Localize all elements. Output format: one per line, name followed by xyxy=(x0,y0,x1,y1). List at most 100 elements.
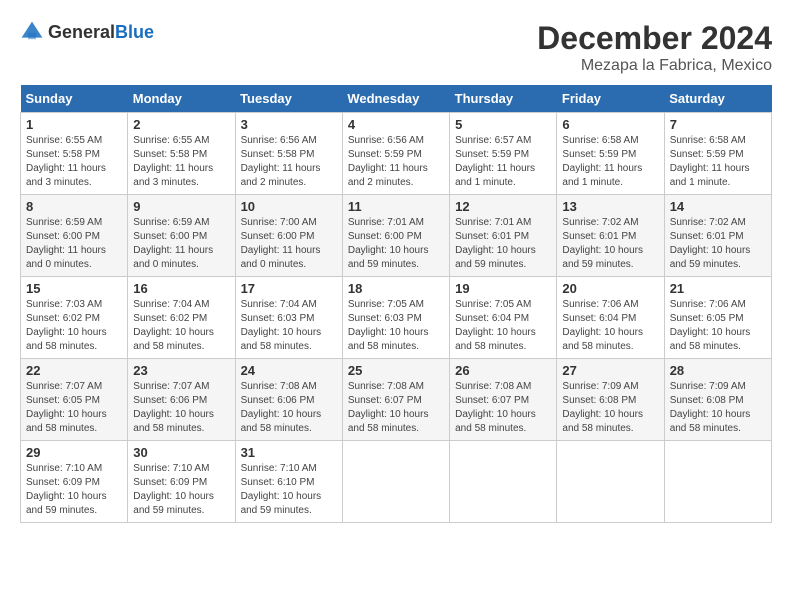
calendar-cell: 18Sunrise: 7:05 AM Sunset: 6:03 PM Dayli… xyxy=(342,277,449,359)
calendar-cell: 24Sunrise: 7:08 AM Sunset: 6:06 PM Dayli… xyxy=(235,359,342,441)
calendar-cell: 30Sunrise: 7:10 AM Sunset: 6:09 PM Dayli… xyxy=(128,441,235,523)
title-area: December 2024 Mezapa la Fabrica, Mexico xyxy=(537,20,772,75)
calendar-cell: 28 Sunrise: 7:09 AM Sunset: 6:08 PM Dayli… xyxy=(664,359,771,441)
day-number: 14 xyxy=(670,199,766,214)
calendar-week-row: 22 Sunrise: 7:07 AM Sunset: 6:05 PM Dayli… xyxy=(21,359,772,441)
day-number: 9 xyxy=(133,199,229,214)
cell-sun-info: Sunrise: 6:58 AM Sunset: 5:59 PM Dayligh… xyxy=(562,134,658,190)
calendar-table: Sunday Monday Tuesday Wednesday Thursday… xyxy=(20,85,772,523)
calendar-cell: 5Sunrise: 6:57 AM Sunset: 5:59 PM Daylig… xyxy=(450,113,557,195)
cell-sun-info: Sunrise: 7:06 AM Sunset: 6:05 PM Dayligh… xyxy=(670,298,766,354)
cell-sun-info: Sunrise: 6:56 AM Sunset: 5:58 PM Dayligh… xyxy=(241,134,337,190)
calendar-cell: 15Sunrise: 7:03 AM Sunset: 6:02 PM Dayli… xyxy=(21,277,128,359)
day-number: 3 xyxy=(241,117,337,132)
calendar-cell: 31 Sunrise: 7:10 AM Sunset: 6:10 PM Dayli… xyxy=(235,441,342,523)
calendar-cell: 7Sunrise: 6:58 AM Sunset: 5:59 PM Daylig… xyxy=(664,113,771,195)
cell-sun-info: Sunrise: 7:07 AM Sunset: 6:06 PM Dayligh… xyxy=(133,380,229,436)
day-number: 28 xyxy=(670,363,766,378)
day-number: 11 xyxy=(348,199,444,214)
calendar-cell: 12Sunrise: 7:01 AM Sunset: 6:01 PM Dayli… xyxy=(450,195,557,277)
cell-sun-info: Sunrise: 7:03 AM Sunset: 6:02 PM Dayligh… xyxy=(26,298,122,354)
calendar-week-row: 1 Sunrise: 6:55 AM Sunset: 5:58 PM Daylig… xyxy=(21,113,772,195)
header: GeneralBlue December 2024 Mezapa la Fabr… xyxy=(20,20,772,75)
col-saturday: Saturday xyxy=(664,85,771,113)
day-number: 6 xyxy=(562,117,658,132)
day-number: 17 xyxy=(241,281,337,296)
cell-sun-info: Sunrise: 6:59 AM Sunset: 6:00 PM Dayligh… xyxy=(133,216,229,272)
cell-sun-info: Sunrise: 7:02 AM Sunset: 6:01 PM Dayligh… xyxy=(562,216,658,272)
cell-sun-info: Sunrise: 7:08 AM Sunset: 6:07 PM Dayligh… xyxy=(455,380,551,436)
day-number: 25 xyxy=(348,363,444,378)
cell-sun-info: Sunrise: 6:56 AM Sunset: 5:59 PM Dayligh… xyxy=(348,134,444,190)
day-number: 19 xyxy=(455,281,551,296)
cell-sun-info: Sunrise: 7:06 AM Sunset: 6:04 PM Dayligh… xyxy=(562,298,658,354)
calendar-week-row: 29 Sunrise: 7:10 AM Sunset: 6:09 PM Dayli… xyxy=(21,441,772,523)
calendar-cell: 2 Sunrise: 6:55 AM Sunset: 5:58 PM Daylig… xyxy=(128,113,235,195)
cell-sun-info: Sunrise: 7:07 AM Sunset: 6:05 PM Dayligh… xyxy=(26,380,122,436)
calendar-cell: 29 Sunrise: 7:10 AM Sunset: 6:09 PM Dayli… xyxy=(21,441,128,523)
calendar-cell: 1Sunrise: 6:55 AM Sunset: 5:58 PM Daylig… xyxy=(21,113,128,195)
day-number: 31 xyxy=(241,445,337,460)
cell-sun-info: Sunrise: 6:59 AM Sunset: 6:00 PM Dayligh… xyxy=(26,216,122,272)
day-number: 18 xyxy=(348,281,444,296)
calendar-cell: 13 Sunrise: 7:02 AM Sunset: 6:01 PM Dayli… xyxy=(557,195,664,277)
calendar-cell: 11 Sunrise: 7:01 AM Sunset: 6:00 PM Dayli… xyxy=(342,195,449,277)
cell-sun-info: Sunrise: 7:04 AM Sunset: 6:03 PM Dayligh… xyxy=(241,298,337,354)
cell-sun-info: Sunrise: 7:09 AM Sunset: 6:08 PM Dayligh… xyxy=(562,380,658,436)
cell-sun-info: Sunrise: 7:05 AM Sunset: 6:04 PM Dayligh… xyxy=(455,298,551,354)
calendar-week-row: 15Sunrise: 7:03 AM Sunset: 6:02 PM Dayli… xyxy=(21,277,772,359)
calendar-cell xyxy=(557,441,664,523)
day-number: 20 xyxy=(562,281,658,296)
logo-text: GeneralBlue xyxy=(48,22,154,43)
calendar-cell: 20 Sunrise: 7:06 AM Sunset: 6:04 PM Dayli… xyxy=(557,277,664,359)
logo-icon xyxy=(20,20,44,44)
day-number: 4 xyxy=(348,117,444,132)
cell-sun-info: Sunrise: 7:10 AM Sunset: 6:10 PM Dayligh… xyxy=(241,462,337,518)
calendar-week-row: 8 Sunrise: 6:59 AM Sunset: 6:00 PM Daylig… xyxy=(21,195,772,277)
calendar-cell xyxy=(342,441,449,523)
calendar-cell: 3 Sunrise: 6:56 AM Sunset: 5:58 PM Daylig… xyxy=(235,113,342,195)
calendar-cell: 8 Sunrise: 6:59 AM Sunset: 6:00 PM Daylig… xyxy=(21,195,128,277)
calendar-cell: 26 Sunrise: 7:08 AM Sunset: 6:07 PM Dayli… xyxy=(450,359,557,441)
calendar-cell: 9 Sunrise: 6:59 AM Sunset: 6:00 PM Daylig… xyxy=(128,195,235,277)
calendar-cell: 10Sunrise: 7:00 AM Sunset: 6:00 PM Dayli… xyxy=(235,195,342,277)
day-number: 7 xyxy=(670,117,766,132)
col-tuesday: Tuesday xyxy=(235,85,342,113)
day-number: 1 xyxy=(26,117,122,132)
day-number: 5 xyxy=(455,117,551,132)
logo: GeneralBlue xyxy=(20,20,154,44)
day-number: 13 xyxy=(562,199,658,214)
cell-sun-info: Sunrise: 7:04 AM Sunset: 6:02 PM Dayligh… xyxy=(133,298,229,354)
col-thursday: Thursday xyxy=(450,85,557,113)
calendar-header-row: Sunday Monday Tuesday Wednesday Thursday… xyxy=(21,85,772,113)
calendar-cell: 4 Sunrise: 6:56 AM Sunset: 5:59 PM Daylig… xyxy=(342,113,449,195)
cell-sun-info: Sunrise: 7:10 AM Sunset: 6:09 PM Dayligh… xyxy=(26,462,122,518)
day-number: 24 xyxy=(241,363,337,378)
day-number: 16 xyxy=(133,281,229,296)
day-number: 23 xyxy=(133,363,229,378)
day-number: 26 xyxy=(455,363,551,378)
calendar-cell xyxy=(664,441,771,523)
cell-sun-info: Sunrise: 7:01 AM Sunset: 6:00 PM Dayligh… xyxy=(348,216,444,272)
logo-blue: Blue xyxy=(115,22,154,42)
col-wednesday: Wednesday xyxy=(342,85,449,113)
cell-sun-info: Sunrise: 6:55 AM Sunset: 5:58 PM Dayligh… xyxy=(133,134,229,190)
day-number: 8 xyxy=(26,199,122,214)
calendar-cell: 22 Sunrise: 7:07 AM Sunset: 6:05 PM Dayli… xyxy=(21,359,128,441)
calendar-cell: 17 Sunrise: 7:04 AM Sunset: 6:03 PM Dayli… xyxy=(235,277,342,359)
cell-sun-info: Sunrise: 7:09 AM Sunset: 6:08 PM Dayligh… xyxy=(670,380,766,436)
calendar-cell: 21 Sunrise: 7:06 AM Sunset: 6:05 PM Dayli… xyxy=(664,277,771,359)
calendar-cell: 14 Sunrise: 7:02 AM Sunset: 6:01 PM Dayli… xyxy=(664,195,771,277)
cell-sun-info: Sunrise: 7:01 AM Sunset: 6:01 PM Dayligh… xyxy=(455,216,551,272)
cell-sun-info: Sunrise: 7:02 AM Sunset: 6:01 PM Dayligh… xyxy=(670,216,766,272)
cell-sun-info: Sunrise: 7:00 AM Sunset: 6:00 PM Dayligh… xyxy=(241,216,337,272)
day-number: 2 xyxy=(133,117,229,132)
day-number: 22 xyxy=(26,363,122,378)
location-title: Mezapa la Fabrica, Mexico xyxy=(537,57,772,75)
day-number: 27 xyxy=(562,363,658,378)
col-monday: Monday xyxy=(128,85,235,113)
day-number: 29 xyxy=(26,445,122,460)
col-friday: Friday xyxy=(557,85,664,113)
day-number: 21 xyxy=(670,281,766,296)
cell-sun-info: Sunrise: 7:10 AM Sunset: 6:09 PM Dayligh… xyxy=(133,462,229,518)
